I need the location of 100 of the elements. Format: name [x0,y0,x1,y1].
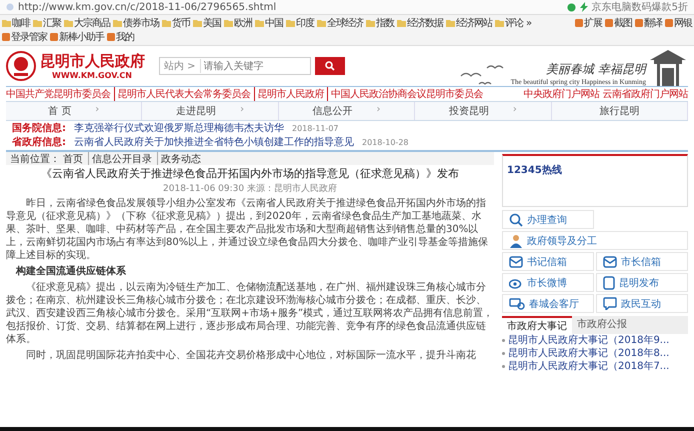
service-link[interactable]: 办理查询 [502,210,594,229]
mail-icon [509,256,523,268]
article-title: 《云南省人民政府关于推进绿色食品开拓国内外市场的指导意见（征求意见稿）》发布 [40,167,460,181]
service-link[interactable]: 市长微博 [502,273,594,292]
folder-icon [193,20,202,26]
article-paragraph: 同时，巩固昆明国际花卉拍卖中心、全国花卉交易价格形成中心地位，对标国际一流水平，提升斗南花 [25,348,477,362]
folder-icon [495,20,504,26]
nav-item[interactable]: 走进昆明 › [142,102,279,120]
folder-icon [113,20,122,26]
event-link[interactable]: 昆明市人民政府大事记（2018年7... [508,360,670,373]
service-link[interactable]: 春城会客厅 [502,294,594,313]
toolbar-item[interactable]: 翻译 [635,16,662,30]
bookmark[interactable]: 中国 [255,16,283,30]
bookmark[interactable]: 债券市场 [113,16,159,30]
person-icon [509,234,523,248]
emblem-icon [6,51,36,81]
toolbar-item[interactable]: 登录管家 [2,30,47,44]
news-date: 2018-10-28 [362,138,408,146]
news-link[interactable]: 李克强举行仪式欢迎俄罗斯总理梅德韦杰夫访华 [74,121,284,135]
bookmark[interactable]: 全球经济 [317,16,363,30]
bookmark[interactable]: 经济数据 [397,16,443,30]
folder-icon [366,20,375,26]
search-button[interactable] [315,57,345,75]
lightning-icon[interactable] [580,2,588,12]
hotline-title: 12345热线 [507,165,562,176]
folder-icon [162,20,171,26]
chat-icon [509,298,525,310]
bookmark[interactable]: 货币 [162,16,190,30]
article-paragraph: 《征求意见稿》提出，以云南为冷链生产加工、仓储物流配送基地，在广州、福州建设珠三角核心城市分拨仓；在南京、杭州建设长三角核心城市分拨仓；在北京建设环渤海核心城市分拨仓；在成都、重庆、长沙、武汉、西安建设西三角核心城市分拨仓。采用“互联网+市场+服务”模式，通过互联网将农产品拥有信息前置，包括报价、订货、交易、结算都在网上进行，逐步形成布局合理、功能完善、竞争有序的绿色食品流通供应链体系。 [6,280,494,346]
bookmark[interactable]: 评论 [495,16,523,30]
news-label: 省政府信息: [12,135,66,149]
service-link[interactable]: 书记信箱 [502,252,594,271]
article-paragraph: 昨日，云南省绿色食品发展领导小组办公室发布《云南省人民政府关于推进绿色食品开拓国内外市场的指导意见（征求意见稿）》（下称《征求意见稿》）提出，到2020年，云南省绿色食品生产加工基地蔬菜、水果、茶叶、坚果、咖啡、中药材等产品，在全国主要农产品批发市场和大型商超销售达到销售总量的30%以上，云南鲜切花国内市场占有率达到80%以上，并通过设立绿色食品四大分拨仓、咖啡产业引导基金等措施保障上述目标的实现。 [6,196,490,262]
tool-icon [2,33,10,41]
bookmark[interactable]: 大宗商品 [64,16,110,30]
folder-icon [224,20,233,26]
bookmark[interactable]: 印度 [286,16,314,30]
service-link[interactable]: 政民互动 [596,294,688,313]
nav-item[interactable]: 投资昆明 › [415,102,552,120]
toolbar-item[interactable]: 扩展 [575,16,602,30]
tool-icon [605,19,613,27]
folder-icon [317,20,326,26]
nav-item[interactable]: 信息公开 › [278,102,416,120]
news-link[interactable]: 云南省人民政府关于加快推进全省特色小镇创建工作的指导意见 [74,135,354,149]
tool-icon [665,19,673,27]
bullet-icon [502,365,505,368]
news-label: 国务院信息: [12,122,66,135]
bookmark[interactable]: 咖啡 [2,16,30,30]
bookmark[interactable]: 汇聚 [33,16,61,30]
news-date: 2018-11-07 [292,124,338,132]
top-link[interactable]: 中国共产党昆明市委员会 [6,87,110,101]
sidebar-tab[interactable]: 市政府大事记 [502,316,572,334]
refresh-icon[interactable] [566,2,576,12]
folder-icon [446,20,455,26]
search-icon [509,212,523,226]
folder-icon [64,20,73,26]
site-name: 昆明市人民政府 [40,52,145,71]
more-bookmarks[interactable]: » [526,18,532,28]
phone-icon [603,276,615,290]
bookmark[interactable]: 欧洲 [224,16,252,30]
event-link[interactable]: 昆明市人民政府大事记（2018年9... [508,334,670,347]
folder-icon [286,20,295,26]
slogan: 美丽春城 幸福昆明 [546,61,646,78]
breadcrumb-label: 当前位置： [10,152,60,165]
bookmark[interactable]: 经济网站 [446,16,492,30]
tool-icon [50,33,58,41]
toolbar-item[interactable]: 截图 [605,16,632,30]
folder-icon [397,20,406,26]
article-subheading: 构建全国流通供应链体系 [14,264,127,278]
breadcrumb-link[interactable]: 信息公开目录 [88,152,152,165]
search-icon [325,61,335,71]
folder-icon [33,20,42,26]
folder-icon [255,20,264,26]
top-link[interactable]: 云南省政府门户网站 [602,87,688,101]
tool-icon [635,19,643,27]
bullet-icon [502,352,505,355]
service-link[interactable]: 昆明发布 [596,273,688,292]
pavilion-drawing [648,48,688,86]
service-link[interactable]: 政府领导及分工 [502,231,688,250]
toolbar-item[interactable]: 网银 [665,16,692,30]
address-text[interactable]: http://www.km.gov.cn/c/2018-11-06/2796565.shtml [18,2,563,12]
nav-item[interactable]: 首 页 › [6,102,142,120]
breadcrumb-link[interactable]: 政务动态 [157,152,201,165]
breadcrumb-link[interactable]: 首页 [63,152,83,165]
bookmark[interactable]: 指数 [366,16,394,30]
speech-bubble-icon [603,297,617,310]
bookmark[interactable]: 美国 [193,16,221,30]
nav-item[interactable]: 旅行昆明 [552,102,688,120]
site-domain: WWW.KM.GOV.CN [52,71,133,80]
sidebar-tab[interactable]: 市政府公报 [572,316,632,334]
toolbar-item[interactable]: 新棒小助手 [50,30,104,44]
ad-text[interactable]: 京东电脑数码爆款5折 [592,0,688,14]
top-link[interactable]: 中央政府门户网站 [524,87,600,101]
search-scope[interactable]: 站内 > [160,59,201,73]
service-link[interactable]: 市长信箱 [596,252,688,271]
tool-icon [575,19,583,27]
event-link[interactable]: 昆明市人民政府大事记（2018年8... [508,347,670,360]
folder-icon [2,20,11,26]
toolbar-item[interactable]: 我的 [107,30,134,44]
bullet-icon [502,339,505,342]
